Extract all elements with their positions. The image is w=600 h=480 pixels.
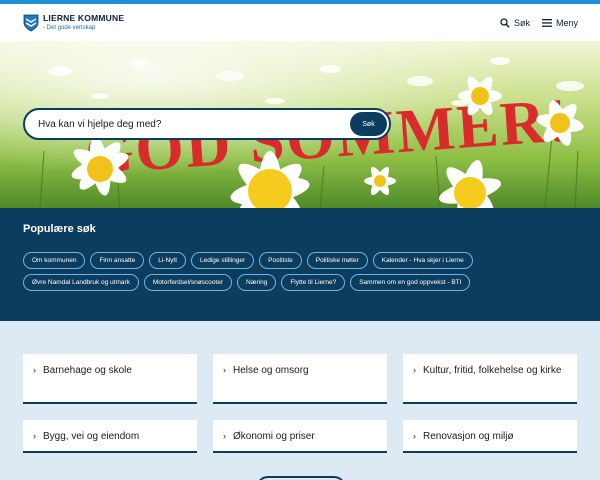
chevron-right-icon: › bbox=[413, 365, 416, 375]
popular-search-chip[interactable]: Politiske møter bbox=[306, 252, 368, 269]
chevron-right-icon: › bbox=[413, 431, 416, 441]
popular-searches-title: Populære søk bbox=[23, 223, 96, 235]
service-card-label: Bygg, vei og eiendom bbox=[43, 431, 140, 442]
site-search-button[interactable]: Søk bbox=[350, 112, 387, 136]
service-card-label: Barnehage og skole bbox=[43, 365, 132, 376]
brand-name: LIERNE KOMMUNE bbox=[43, 13, 125, 24]
service-card-okonomi[interactable]: › Økonomi og priser bbox=[213, 420, 387, 453]
popular-search-chip[interactable]: Finn ansatte bbox=[90, 252, 145, 269]
service-card-label: Renovasjon og miljø bbox=[423, 431, 514, 442]
site-logo[interactable]: LIERNE KOMMUNE - Det gode vertskap bbox=[23, 14, 124, 32]
chevron-right-icon: › bbox=[33, 431, 36, 441]
popular-searches-list: Om kommunen Finn ansatte Li-Nytt Ledige … bbox=[23, 252, 577, 291]
header-menu-label: Meny bbox=[555, 17, 578, 28]
service-card-kultur[interactable]: › Kultur, fritid, folkehelse og kirke bbox=[403, 354, 577, 404]
popular-search-chip[interactable]: Øvre Namdal Landbruk og utmark bbox=[23, 274, 139, 291]
service-card-barnehage[interactable]: › Barnehage og skole bbox=[23, 354, 197, 404]
site-search-input[interactable] bbox=[38, 118, 389, 130]
popular-search-chip[interactable]: Li-Nytt bbox=[149, 252, 186, 269]
popular-search-chip[interactable]: Om kommunen bbox=[23, 252, 86, 269]
service-card-renovasjon[interactable]: › Renovasjon og miljø bbox=[403, 420, 577, 453]
header-search-button[interactable]: Søk bbox=[500, 18, 530, 28]
service-card-label: Økonomi og priser bbox=[233, 431, 315, 442]
site-search-form: Søk bbox=[23, 108, 391, 140]
service-card-bygg[interactable]: › Bygg, vei og eiendom bbox=[23, 420, 197, 453]
service-card-label: Helse og omsorg bbox=[233, 365, 309, 376]
show-more-services-button[interactable] bbox=[256, 476, 346, 480]
brand-tagline: - Det gode vertskap bbox=[43, 24, 96, 31]
popular-search-chip[interactable]: Kalender - Hva skjer i Lierne bbox=[372, 252, 473, 269]
site-header: LIERNE KOMMUNE - Det gode vertskap Søk M… bbox=[0, 4, 600, 41]
chevron-right-icon: › bbox=[223, 365, 226, 375]
service-card-helse[interactable]: › Helse og omsorg bbox=[213, 354, 387, 404]
popular-search-chip[interactable]: Næring bbox=[237, 274, 277, 291]
search-icon bbox=[500, 17, 510, 28]
popular-search-chip[interactable]: Postliste bbox=[259, 252, 302, 269]
hero-banner: GOD SOMMER! Hva kan vi hjelpe deg med? S… bbox=[0, 41, 600, 208]
coat-of-arms-icon bbox=[23, 14, 39, 31]
header-search-label: Søk bbox=[513, 17, 530, 28]
popular-search-chip[interactable]: Motorferdsel/snøscooter bbox=[143, 274, 232, 291]
service-categories: › Barnehage og skole › Helse og omsorg ›… bbox=[0, 321, 600, 480]
popular-search-chip[interactable]: Flytte til Lierne? bbox=[281, 274, 346, 291]
chevron-right-icon: › bbox=[33, 365, 36, 375]
hamburger-icon bbox=[541, 18, 552, 27]
header-menu-button[interactable]: Meny bbox=[541, 17, 578, 28]
popular-searches: Populære søk Om kommunen Finn ansatte Li… bbox=[0, 208, 600, 321]
popular-search-chip[interactable]: Sammen om en god oppvekst - BTI bbox=[350, 274, 471, 291]
popular-search-chip[interactable]: Ledige stillinger bbox=[191, 252, 255, 269]
service-card-label: Kultur, fritid, folkehelse og kirke bbox=[423, 365, 562, 376]
chevron-right-icon: › bbox=[223, 431, 226, 441]
